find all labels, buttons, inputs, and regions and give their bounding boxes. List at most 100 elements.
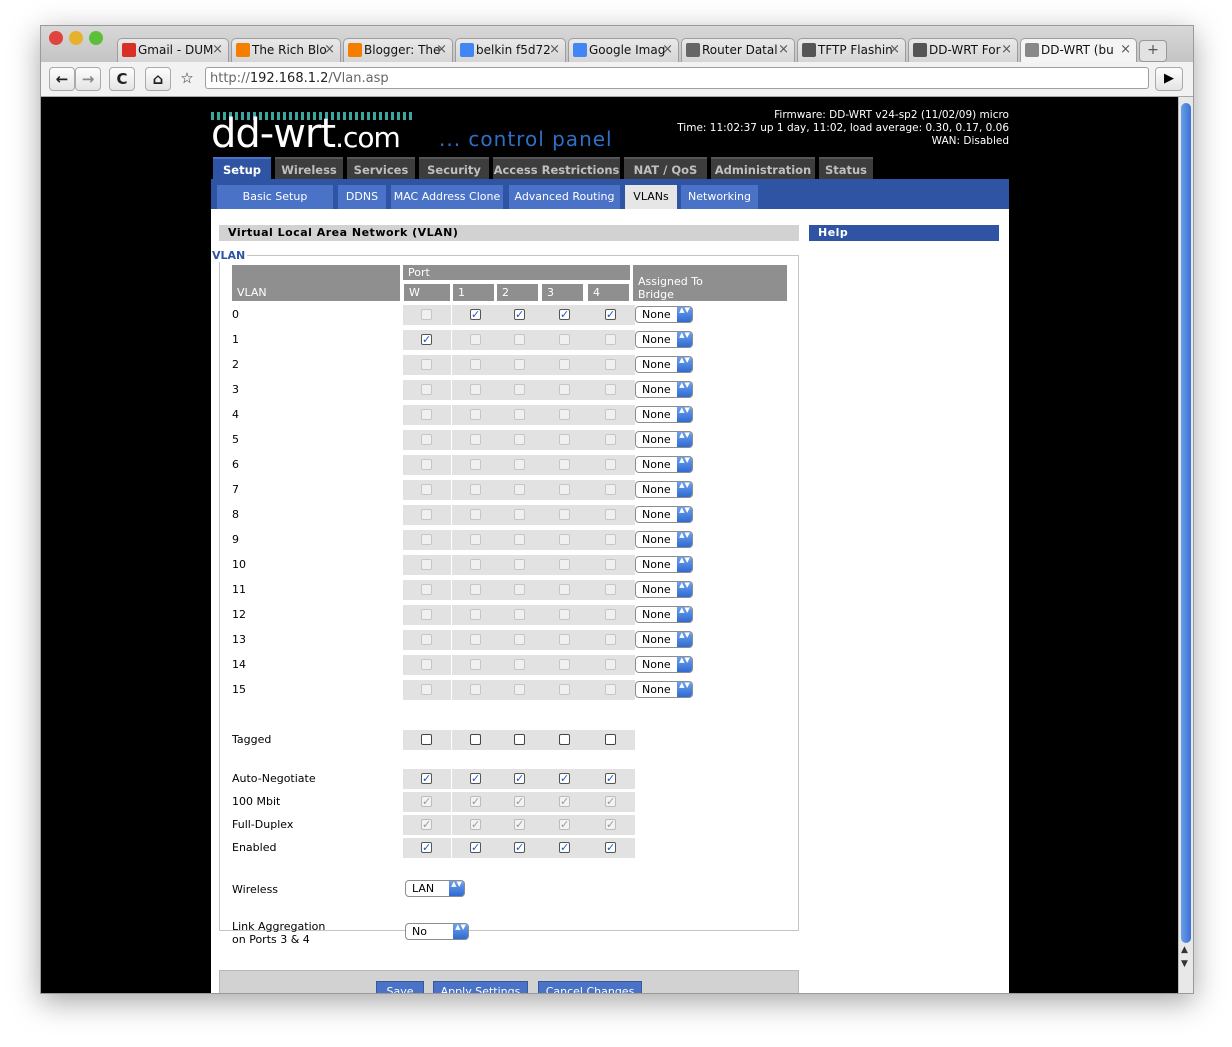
port-checkbox[interactable]: ✓ [514, 842, 525, 853]
port-checkbox[interactable] [559, 509, 570, 520]
sub-tab[interactable]: VLANs [625, 185, 677, 209]
close-tab-icon[interactable]: × [324, 39, 335, 61]
port-checkbox[interactable] [421, 384, 432, 395]
port-checkbox[interactable] [470, 684, 481, 695]
port-checkbox[interactable] [514, 659, 525, 670]
port-checkbox[interactable] [514, 334, 525, 345]
port-checkbox[interactable] [605, 559, 616, 570]
bridge-select[interactable]: None ▲▼ [635, 556, 693, 573]
port-checkbox[interactable]: ✓ [559, 773, 570, 784]
port-checkbox[interactable] [421, 634, 432, 645]
port-checkbox[interactable] [514, 409, 525, 420]
port-checkbox[interactable]: ✓ [514, 773, 525, 784]
port-checkbox[interactable] [470, 534, 481, 545]
port-checkbox[interactable] [514, 734, 525, 745]
port-checkbox[interactable] [470, 509, 481, 520]
bridge-select[interactable]: None ▲▼ [635, 306, 693, 323]
port-checkbox[interactable] [514, 384, 525, 395]
zoom-window-icon[interactable] [89, 31, 103, 45]
sub-tab[interactable]: MAC Address Clone [391, 185, 503, 209]
port-checkbox[interactable]: ✓ [470, 842, 481, 853]
cancel-changes-button[interactable]: Cancel Changes [538, 981, 642, 993]
port-checkbox[interactable] [559, 584, 570, 595]
main-tab[interactable]: NAT / QoS [624, 157, 707, 179]
port-checkbox[interactable] [421, 409, 432, 420]
port-checkbox[interactable]: ✓ [605, 842, 616, 853]
close-tab-icon[interactable]: × [889, 39, 900, 61]
wireless-select[interactable]: LAN ▲▼ [405, 880, 465, 897]
port-checkbox[interactable] [421, 609, 432, 620]
port-checkbox[interactable] [605, 384, 616, 395]
port-checkbox[interactable] [514, 534, 525, 545]
port-checkbox[interactable] [470, 734, 481, 745]
port-checkbox[interactable] [470, 334, 481, 345]
bridge-select[interactable]: None ▲▼ [635, 431, 693, 448]
port-checkbox[interactable] [470, 659, 481, 670]
port-checkbox[interactable] [514, 434, 525, 445]
port-checkbox[interactable]: ✓ [421, 334, 432, 345]
port-checkbox[interactable] [514, 459, 525, 470]
main-tab[interactable]: Setup [213, 157, 271, 179]
bridge-select[interactable]: None ▲▼ [635, 531, 693, 548]
port-checkbox[interactable] [559, 384, 570, 395]
close-window-icon[interactable] [49, 31, 63, 45]
close-tab-icon[interactable]: × [549, 39, 560, 61]
port-checkbox[interactable] [605, 459, 616, 470]
browser-tab[interactable]: The Rich Blo × [231, 38, 341, 62]
help-title[interactable]: Help [809, 225, 999, 241]
bridge-select[interactable]: None ▲▼ [635, 356, 693, 373]
port-checkbox[interactable] [514, 484, 525, 495]
bridge-select[interactable]: None ▲▼ [635, 331, 693, 348]
browser-tab[interactable]: belkin f5d72 × [455, 38, 566, 62]
port-checkbox[interactable] [421, 684, 432, 695]
browser-tab[interactable]: Gmail - DUM × [117, 38, 229, 62]
new-tab-button[interactable]: + [1139, 40, 1167, 62]
port-checkbox[interactable] [421, 559, 432, 570]
port-checkbox[interactable] [605, 434, 616, 445]
close-tab-icon[interactable]: × [212, 39, 223, 61]
browser-tab[interactable]: DD-WRT (bu × [1020, 38, 1137, 62]
home-button[interactable]: ⌂ [145, 67, 171, 91]
port-checkbox[interactable] [514, 359, 525, 370]
bridge-select[interactable]: None ▲▼ [635, 631, 693, 648]
port-checkbox[interactable] [605, 484, 616, 495]
port-checkbox[interactable] [470, 584, 481, 595]
close-tab-icon[interactable]: × [1001, 39, 1012, 61]
reload-button[interactable]: C [109, 67, 135, 91]
browser-tab[interactable]: Google Imag × [568, 38, 679, 62]
port-checkbox[interactable] [514, 584, 525, 595]
port-checkbox[interactable]: ✓ [421, 842, 432, 853]
port-checkbox[interactable] [470, 609, 481, 620]
scroll-down-icon[interactable]: ▼ [1181, 959, 1188, 969]
port-checkbox[interactable] [514, 559, 525, 570]
bookmark-star-icon[interactable]: ☆ [175, 67, 199, 89]
scroll-up-icon[interactable]: ▲ [1181, 945, 1188, 955]
sub-tab[interactable]: Networking [681, 185, 758, 209]
link-aggregation-select[interactable]: No ▲▼ [405, 923, 469, 940]
port-checkbox[interactable] [514, 509, 525, 520]
port-checkbox[interactable] [421, 584, 432, 595]
port-checkbox[interactable] [470, 634, 481, 645]
port-checkbox[interactable] [559, 484, 570, 495]
close-tab-icon[interactable]: × [436, 39, 447, 61]
port-checkbox[interactable] [421, 509, 432, 520]
port-checkbox[interactable] [559, 659, 570, 670]
main-tab[interactable]: Services [347, 157, 415, 179]
port-checkbox[interactable] [605, 534, 616, 545]
bridge-select[interactable]: None ▲▼ [635, 406, 693, 423]
port-checkbox[interactable]: ✓ [421, 773, 432, 784]
port-checkbox[interactable] [559, 684, 570, 695]
port-checkbox[interactable] [605, 584, 616, 595]
port-checkbox[interactable] [421, 459, 432, 470]
port-checkbox[interactable] [559, 409, 570, 420]
port-checkbox[interactable] [421, 534, 432, 545]
browser-tab[interactable]: TFTP Flashin × [797, 38, 906, 62]
port-checkbox[interactable] [421, 734, 432, 745]
port-checkbox[interactable] [470, 459, 481, 470]
bridge-select[interactable]: None ▲▼ [635, 481, 693, 498]
port-checkbox[interactable] [605, 609, 616, 620]
url-bar[interactable]: http://192.168.1.2/Vlan.asp [205, 67, 1149, 89]
main-tab[interactable]: Administration [711, 157, 815, 179]
port-checkbox[interactable] [559, 634, 570, 645]
port-checkbox[interactable] [470, 409, 481, 420]
